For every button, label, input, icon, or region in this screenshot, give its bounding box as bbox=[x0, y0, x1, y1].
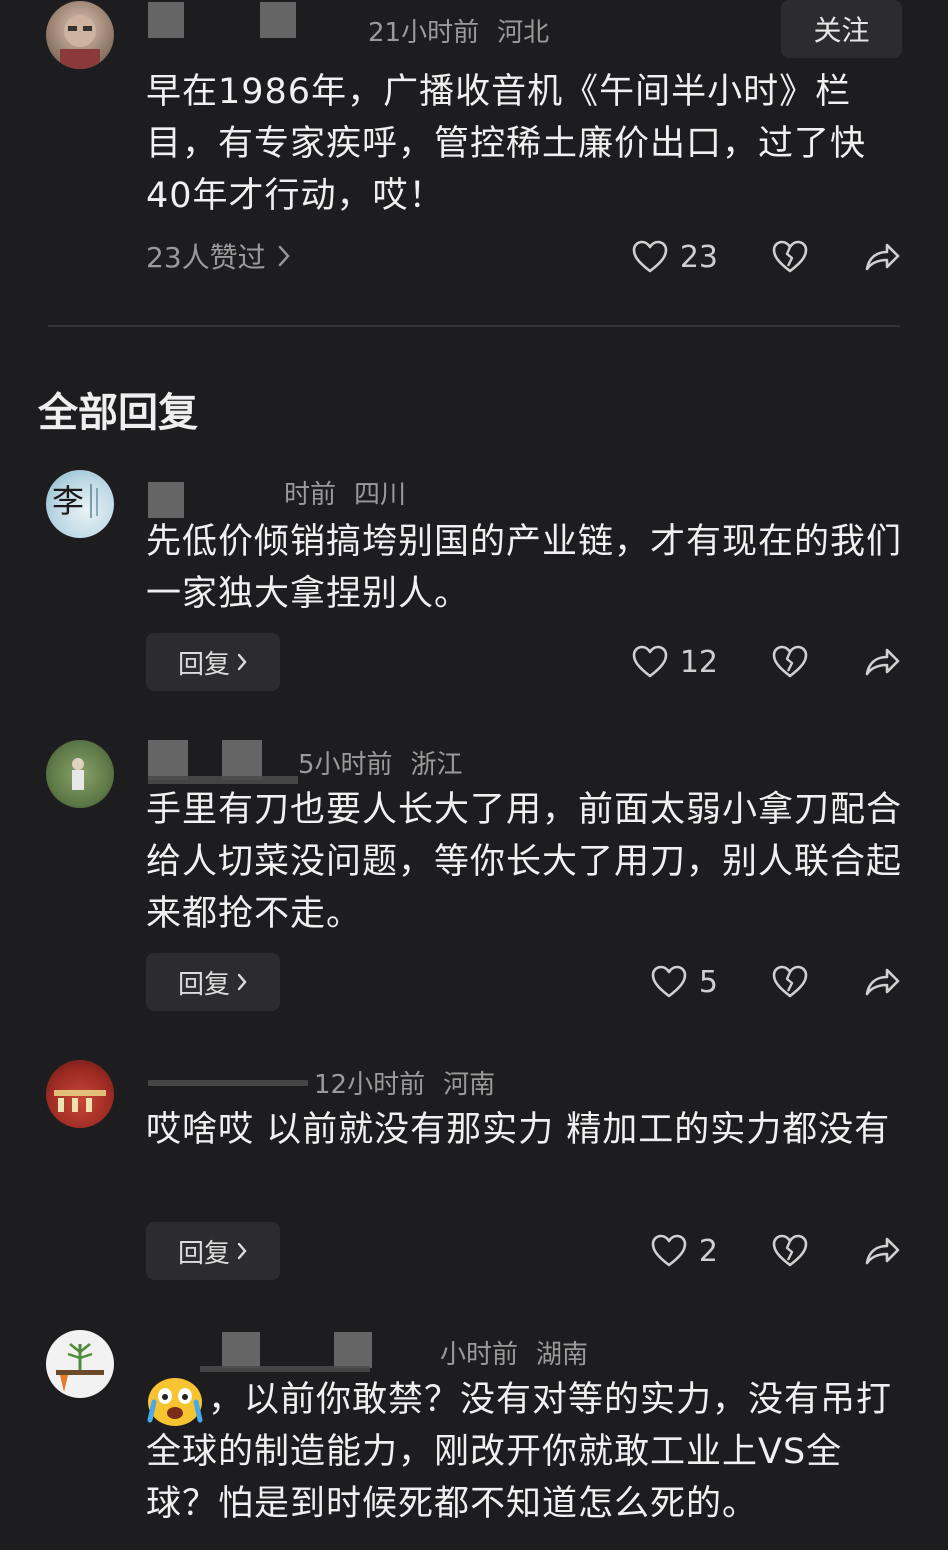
comment-text: 哎啥哎 以前就没有那实力 精加工的实力都没有 bbox=[146, 1110, 891, 1150]
avatar[interactable] bbox=[46, 740, 114, 808]
username-redacted bbox=[200, 1366, 370, 1372]
broken-heart-icon bbox=[772, 1234, 808, 1267]
comment-location: 湖南 bbox=[536, 1340, 589, 1370]
calligraphy-avatar-icon: 李 bbox=[52, 482, 98, 520]
avatar-glyph: 李 bbox=[52, 482, 84, 520]
username-redacted bbox=[260, 2, 296, 38]
chevron-right-icon bbox=[278, 245, 290, 267]
comment-location: 河南 bbox=[443, 1070, 496, 1100]
dislike-button[interactable] bbox=[770, 1231, 810, 1271]
section-title: 全部回复 bbox=[38, 390, 198, 436]
person-photo-icon bbox=[72, 758, 84, 790]
reply-label: 回复 bbox=[177, 1238, 230, 1269]
heart-icon bbox=[632, 240, 668, 273]
comment-meta: 12小时前 河南 bbox=[314, 1064, 495, 1101]
avatar[interactable] bbox=[46, 1, 114, 69]
username-redacted bbox=[148, 2, 184, 38]
heart-icon bbox=[632, 645, 668, 678]
username-redacted bbox=[222, 1332, 260, 1368]
heart-icon bbox=[651, 965, 687, 998]
building-photo-icon bbox=[54, 1090, 106, 1112]
divider bbox=[48, 325, 900, 327]
username-redacted bbox=[334, 1332, 372, 1368]
comment-actions: 12 bbox=[632, 637, 902, 687]
like-count: 5 bbox=[698, 964, 718, 1000]
comment-text-content: ，以前你敢禁？没有对等的实力，没有吊打全球的制造能力，刚改开你就敢工业上VS全球… bbox=[146, 1380, 893, 1524]
comment-text: ，以前你敢禁？没有对等的实力，没有吊打全球的制造能力，刚改开你就敢工业上VS全球… bbox=[146, 1374, 906, 1530]
share-icon bbox=[865, 1237, 900, 1265]
follow-button[interactable]: 关注 bbox=[781, 0, 902, 58]
comment-meta: 小时前 湖南 bbox=[440, 1334, 588, 1371]
comment-actions: 2 bbox=[651, 1226, 902, 1276]
share-icon bbox=[865, 648, 900, 676]
comment-time: 21小时前 bbox=[368, 18, 480, 48]
username-redacted bbox=[148, 776, 298, 784]
share-button[interactable] bbox=[862, 642, 902, 682]
chevron-right-icon bbox=[237, 653, 247, 671]
reply-label: 回复 bbox=[177, 969, 230, 1000]
comment-text: 先低价倾销搞垮别国的产业链，才有现在的我们一家独大拿捏别人。 bbox=[146, 522, 903, 614]
username-redacted bbox=[148, 740, 188, 780]
username-redacted bbox=[222, 740, 262, 780]
reply-label: 回复 bbox=[177, 649, 230, 680]
chevron-right-icon bbox=[237, 1242, 247, 1260]
share-button[interactable] bbox=[862, 1231, 902, 1271]
like-button[interactable]: 23 bbox=[632, 240, 718, 275]
comment-time: 12小时前 bbox=[314, 1070, 426, 1100]
plant-drawing-icon bbox=[56, 1343, 104, 1392]
dislike-button[interactable] bbox=[770, 642, 810, 682]
broken-heart-icon bbox=[772, 645, 808, 678]
likers-label: 23人赞过 bbox=[146, 241, 266, 274]
username-redacted bbox=[148, 1080, 308, 1086]
like-count: 23 bbox=[679, 239, 718, 275]
reply-button[interactable]: 回复 bbox=[146, 1222, 280, 1280]
like-button[interactable]: 2 bbox=[651, 1234, 718, 1269]
chevron-right-icon bbox=[237, 973, 247, 991]
comment-time: 时前 bbox=[284, 480, 337, 510]
like-button[interactable]: 5 bbox=[651, 965, 718, 1000]
comment-actions: 5 bbox=[651, 957, 902, 1007]
comment-location: 四川 bbox=[354, 480, 407, 510]
reply-button[interactable]: 回复 bbox=[146, 633, 280, 691]
share-icon bbox=[865, 243, 900, 271]
broken-heart-icon bbox=[772, 965, 808, 998]
share-button[interactable] bbox=[862, 237, 902, 277]
share-button[interactable] bbox=[862, 962, 902, 1002]
comment-location: 浙江 bbox=[410, 750, 463, 780]
dislike-button[interactable] bbox=[770, 962, 810, 1002]
dislike-button[interactable] bbox=[770, 237, 810, 277]
comment-actions: 23 bbox=[632, 232, 902, 282]
comment-meta: 5小时前 浙江 bbox=[298, 744, 463, 781]
comment-location: 河北 bbox=[497, 18, 550, 48]
heart-icon bbox=[651, 1234, 687, 1267]
likers-link[interactable]: 23人赞过 bbox=[146, 236, 292, 276]
avatar[interactable] bbox=[46, 1060, 114, 1128]
like-count: 12 bbox=[679, 644, 718, 680]
comment-time: 小时前 bbox=[440, 1340, 519, 1370]
share-icon bbox=[865, 968, 900, 996]
comment-time: 5小时前 bbox=[298, 750, 393, 780]
comment-text: 手里有刀也要人长大了用，前面太弱小拿刀配合给人切菜没问题，等你长大了用刀，别人联… bbox=[146, 790, 903, 934]
comment-meta: 时前 四川 bbox=[284, 474, 406, 511]
like-button[interactable]: 12 bbox=[632, 645, 718, 680]
avatar[interactable]: 李 bbox=[46, 470, 114, 538]
avatar[interactable] bbox=[46, 1330, 114, 1398]
comment-meta: 21小时前 河北 bbox=[368, 12, 549, 49]
like-count: 2 bbox=[698, 1233, 718, 1269]
comment-text: 早在1986年，广播收音机《午间半小时》栏目，有专家疾呼，管控稀土廉价出口，过了… bbox=[146, 72, 867, 216]
broken-heart-icon bbox=[772, 240, 808, 273]
reply-button[interactable]: 回复 bbox=[146, 953, 280, 1011]
person-photo-icon bbox=[60, 15, 100, 69]
username-redacted bbox=[148, 482, 184, 518]
